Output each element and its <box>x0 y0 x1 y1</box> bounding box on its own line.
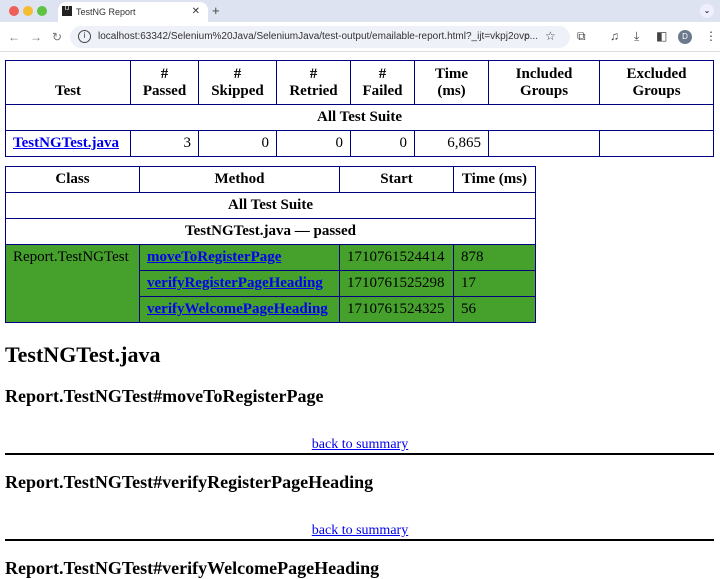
divider <box>5 539 714 541</box>
duration: 878 <box>453 244 536 271</box>
header-time: Time (ms) <box>414 60 489 105</box>
header-skipped: # Skipped <box>198 60 277 105</box>
start-time: 1710761524414 <box>339 244 454 271</box>
time-ms: 6,865 <box>414 130 489 157</box>
start-time: 1710761525298 <box>339 270 454 297</box>
download-icon[interactable]: ⤓ <box>634 29 639 44</box>
summary-table: Test # Passed # Skipped # Retried # Fail… <box>5 60 714 157</box>
header-retried: # Retried <box>276 60 351 105</box>
skipped-count: 0 <box>198 130 277 157</box>
new-tab-button[interactable]: + <box>212 3 220 18</box>
methods-table: Class Method Start Time (ms) All Test Su… <box>5 166 536 323</box>
method-section-heading: Report.TestNGTest#verifyRegisterPageHead… <box>5 472 374 492</box>
divider <box>5 453 714 455</box>
start-time: 1710761524325 <box>339 296 454 323</box>
test-title: TestNGTest.java <box>5 342 161 367</box>
header-class: Class <box>5 166 140 193</box>
method-link[interactable]: moveToRegisterPage <box>147 249 281 265</box>
address-bar[interactable]: i localhost:63342/Selenium%20Java/Seleni… <box>70 26 570 48</box>
header-time: Time (ms) <box>453 166 536 193</box>
retried-count: 0 <box>276 130 351 157</box>
reload-icon[interactable]: ↻ <box>52 30 62 44</box>
header-excluded-groups: Excluded Groups <box>599 60 714 105</box>
passed-count: 3 <box>130 130 199 157</box>
bookmark-star-icon[interactable]: ☆ <box>545 29 556 43</box>
tab-bar: IJ TestNG Report ✕ + ⌄ <box>0 0 720 22</box>
method-section-heading: Report.TestNGTest#verifyWelcomePageHeadi… <box>5 558 380 578</box>
table-row: TestNGTest.java 3 0 0 0 6,865 <box>5 130 714 157</box>
media-icon[interactable]: ♫ <box>610 29 619 43</box>
close-tab-icon[interactable]: ✕ <box>192 6 200 17</box>
maximize-window-button[interactable] <box>37 6 47 16</box>
close-window-button[interactable] <box>9 6 19 16</box>
header-passed: # Passed <box>130 60 199 105</box>
back-icon[interactable]: ← <box>8 30 20 44</box>
suite-name: All Test Suite <box>5 192 536 219</box>
test-link[interactable]: TestNGTest.java <box>13 135 119 151</box>
back-to-summary-link[interactable]: back to summary <box>312 523 408 538</box>
menu-icon[interactable]: ⋮ <box>705 29 717 43</box>
suite-name: All Test Suite <box>5 104 714 131</box>
forward-icon[interactable]: → <box>30 30 42 44</box>
header-start: Start <box>339 166 454 193</box>
tab-title: TestNG Report <box>76 7 136 17</box>
header-method: Method <box>139 166 340 193</box>
zoom-icon[interactable]: ⌕ <box>524 29 531 44</box>
method-section-heading: Report.TestNGTest#moveToRegisterPage <box>5 386 324 406</box>
included-groups <box>488 130 600 157</box>
duration: 17 <box>453 270 536 297</box>
back-to-summary-link[interactable]: back to summary <box>312 437 408 452</box>
avatar[interactable]: D <box>678 30 692 44</box>
excluded-groups <box>599 130 714 157</box>
test-group-status: TestNGTest.java — passed <box>5 218 536 245</box>
tab-search-button[interactable]: ⌄ <box>700 4 714 18</box>
method-link[interactable]: verifyWelcomePageHeading <box>147 301 328 317</box>
header-test: Test <box>5 60 131 105</box>
class-name: Report.TestNGTest <box>5 244 140 323</box>
site-info-icon[interactable]: i <box>78 30 91 43</box>
browser-tab[interactable]: IJ TestNG Report ✕ <box>58 2 208 22</box>
intellij-icon: IJ <box>62 6 72 16</box>
failed-count: 0 <box>350 130 415 157</box>
url-text: localhost:63342/Selenium%20Java/Selenium… <box>98 31 538 42</box>
header-failed: # Failed <box>350 60 415 105</box>
address-toolbar: ← → ↻ i localhost:63342/Selenium%20Java/… <box>0 22 720 52</box>
duration: 56 <box>453 296 536 323</box>
minimize-window-button[interactable] <box>23 6 33 16</box>
method-link[interactable]: verifyRegisterPageHeading <box>147 275 323 291</box>
extensions-icon[interactable]: ⧉ <box>577 29 586 44</box>
header-included-groups: Included Groups <box>488 60 600 105</box>
side-panel-icon[interactable]: ◧ <box>656 29 667 43</box>
table-row: Report.TestNGTest moveToRegisterPage 171… <box>5 244 536 323</box>
